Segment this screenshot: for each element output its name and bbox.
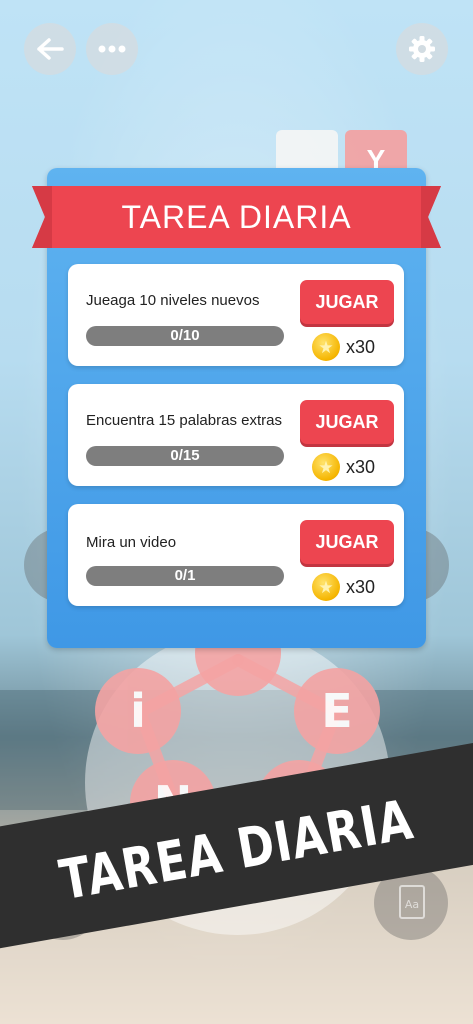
task-label: Jueaga 10 niveles nuevos — [86, 292, 260, 309]
coin-star-icon: ★ — [312, 333, 340, 361]
task-progress-bar: 0/1 — [86, 566, 284, 586]
wheel-letter-e[interactable]: E — [294, 668, 380, 754]
task-reward: ★ x30 — [312, 332, 375, 362]
task-progress-bar: 0/10 — [86, 326, 284, 346]
task-progress-text: 0/10 — [170, 327, 200, 344]
task-progress-bar: 0/15 — [86, 446, 284, 466]
back-button[interactable] — [24, 23, 76, 75]
coin-star-icon: ★ — [312, 453, 340, 481]
jugar-button[interactable]: JUGAR — [300, 280, 394, 324]
svg-text:Aa: Aa — [405, 898, 419, 911]
reward-amount: x30 — [346, 576, 376, 597]
wheel-letter-i[interactable]: i — [95, 668, 181, 754]
dialog-ribbon: TAREA DIARIA — [32, 186, 441, 248]
arrow-left-icon — [37, 38, 64, 60]
more-button[interactable] — [86, 23, 138, 75]
jugar-button[interactable]: JUGAR — [300, 520, 394, 564]
dots-horizontal-icon — [98, 45, 126, 53]
task-progress-text: 0/15 — [170, 447, 200, 464]
dialog-title: TAREA DIARIA — [121, 198, 352, 235]
task-reward: ★ x30 — [312, 452, 375, 482]
task-label: Mira un video — [86, 534, 177, 551]
gear-icon — [409, 36, 435, 62]
settings-button[interactable] — [396, 23, 448, 75]
task-card: Mira un video 0/1 JUGAR ★ x30 — [68, 504, 404, 606]
task-label: Encuentra 15 palabras extras — [86, 412, 282, 429]
task-reward: ★ x30 — [312, 572, 375, 602]
jugar-button[interactable]: JUGAR — [300, 400, 394, 444]
task-card: Jueaga 10 niveles nuevos 0/10 JUGAR ★ x3… — [68, 264, 404, 366]
reward-amount: x30 — [346, 336, 376, 357]
reward-amount: x30 — [346, 456, 376, 477]
coin-star-icon: ★ — [312, 573, 340, 601]
task-card: Encuentra 15 palabras extras 0/15 JUGAR … — [68, 384, 404, 486]
task-progress-text: 0/1 — [174, 567, 196, 584]
